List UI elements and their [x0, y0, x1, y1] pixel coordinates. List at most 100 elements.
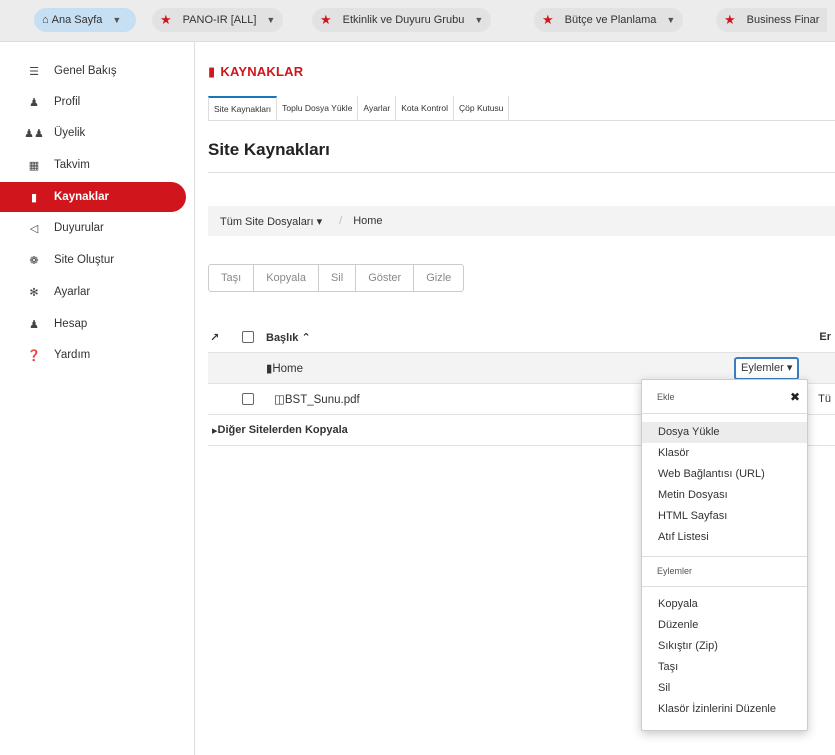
breadcrumb-current: Home — [353, 215, 383, 227]
breadcrumb-root-label: Tüm Site Dosyaları — [220, 215, 314, 228]
user-icon: ♟ — [29, 96, 39, 109]
sidebar-item-label: Profil — [54, 96, 81, 108]
file-link[interactable]: ◫BST_Sunu.pdf — [274, 392, 360, 406]
sidebar-item-site-olustur[interactable]: ❁ Site Oluştur — [0, 245, 186, 275]
site-tab-label: Etkinlik ve Duyuru Grubu — [342, 14, 465, 26]
question-circle-icon: ❓ — [27, 349, 41, 362]
close-icon[interactable]: ✖ — [790, 390, 800, 404]
tab-cop-kutusu[interactable]: Çöp Kutusu — [454, 96, 510, 121]
show-button[interactable]: Göster — [355, 264, 415, 292]
select-all-checkbox[interactable] — [242, 331, 254, 343]
menu-item-upload-file[interactable]: Dosya Yükle — [642, 422, 807, 443]
chevron-down-icon: ▼ — [666, 15, 676, 25]
sidebar-item-ayarlar[interactable]: ✻ Ayarlar — [0, 277, 186, 307]
sidebar-item-label: Genel Bakış — [54, 65, 117, 77]
menu-item-citation-list[interactable]: Atıf Listesi — [642, 527, 807, 548]
sidebar-item-label: Kaynaklar — [54, 191, 109, 203]
row-title: Home — [272, 363, 304, 375]
site-tab-business[interactable]: ★ Business Finar — [716, 8, 828, 32]
menu-item-html-page[interactable]: HTML Sayfası — [642, 506, 807, 527]
tab-toplu-dosya-yukle[interactable]: Toplu Dosya Yükle — [277, 96, 359, 121]
folder-open-icon: ▮ — [30, 191, 38, 204]
bullhorn-icon: ◁ — [29, 222, 39, 235]
menu-item-zip[interactable]: Sıkıştır (Zip) — [642, 636, 807, 657]
tool-title-text: KAYNAKLAR — [220, 64, 304, 79]
menu-section-add: Ekle — [657, 392, 675, 402]
row-extra-truncated: Tü — [818, 393, 831, 405]
title-column-header[interactable]: Başlık ⌃ — [266, 331, 311, 344]
users-icon: ♟♟ — [24, 127, 44, 140]
menu-item-folder[interactable]: Klasör — [642, 443, 807, 464]
menu-item-folder-permissions[interactable]: Klasör İzinlerini Düzenle — [642, 699, 807, 720]
tab-site-kaynaklari[interactable]: Site Kaynakları — [208, 96, 278, 121]
home-site-label: Ana Sayfa — [51, 14, 103, 26]
menu-section-actions: Eylemler — [657, 566, 693, 576]
sidebar-item-label: Site Oluştur — [54, 254, 115, 266]
sidebar-item-duyurular[interactable]: ◁ Duyurular — [0, 213, 186, 243]
actions-dropdown-menu: Ekle ✖ Dosya Yükle Klasör Web Bağlantısı… — [641, 379, 808, 731]
list-icon: ☰ — [29, 65, 39, 78]
site-tab-label: Business Finar — [746, 14, 820, 26]
site-tab-label: PANO-IR [ALL] — [182, 14, 257, 26]
folder-open-icon: ▮ — [208, 64, 216, 79]
gear-icon: ✻ — [29, 286, 39, 299]
tab-ayarlar[interactable]: Ayarlar — [358, 96, 397, 121]
sidebar-item-takvim[interactable]: ▦ Takvim — [0, 150, 186, 180]
menu-item-move[interactable]: Taşı — [642, 657, 807, 678]
breadcrumb: Tüm Site Dosyaları ▾ / Home — [208, 206, 835, 236]
folder-link[interactable]: ▮Home — [266, 361, 303, 375]
sidebar-item-label: Hesap — [54, 318, 88, 330]
menu-item-edit[interactable]: Düzenle — [642, 615, 807, 636]
actions-dropdown-button[interactable]: Eylemler ▾ — [734, 357, 800, 380]
sidebar-item-uyelik[interactable]: ♟♟ Üyelik — [0, 118, 186, 148]
breadcrumb-root-dropdown[interactable]: Tüm Site Dosyaları ▾ — [220, 215, 322, 228]
move-button[interactable]: Taşı — [208, 264, 255, 292]
row-title: BST_Sunu.pdf — [284, 394, 360, 406]
other-sites-label: Diğer Sitelerden Kopyala — [217, 424, 348, 436]
column-header-truncated[interactable]: Er — [819, 331, 831, 343]
site-tabs-bar: ⌂ Ana Sayfa ▼ ★ PANO-IR [ALL] ▼ ★ Etkinl… — [0, 0, 835, 42]
copy-button[interactable]: Kopyala — [253, 264, 319, 292]
row-checkbox[interactable] — [242, 393, 254, 405]
pdf-file-icon: ◫ — [274, 394, 285, 406]
star-icon: ★ — [160, 12, 172, 27]
delete-button[interactable]: Sil — [317, 264, 357, 292]
sidebar-item-hesap[interactable]: ♟ Hesap — [0, 309, 186, 339]
sidebar-item-label: Yardım — [54, 349, 91, 361]
site-tab-butce[interactable]: ★ Bütçe ve Planlama ▼ — [534, 8, 684, 32]
hide-button[interactable]: Gizle — [413, 264, 465, 292]
site-tab-pano[interactable]: ★ PANO-IR [ALL] ▼ — [152, 8, 284, 32]
home-icon: ⌂ — [42, 14, 49, 26]
menu-item-copy[interactable]: Kopyala — [642, 594, 807, 615]
menu-item-text-file[interactable]: Metin Dosyası — [642, 485, 807, 506]
table-header-row: ↗ Başlık ⌃ Er — [208, 322, 835, 353]
divider — [208, 172, 835, 173]
expand-all-icon[interactable]: ↗ — [210, 331, 219, 344]
tool-title: ▮ KAYNAKLAR — [208, 64, 303, 80]
sort-up-icon: ⌃ — [301, 331, 311, 344]
chevron-down-icon: ▼ — [112, 15, 122, 25]
sidebar-item-yardim[interactable]: ❓ Yardım — [0, 340, 186, 370]
tool-sidebar: ☰ Genel Bakış ♟ Profil ♟♟ Üyelik ▦ Takvi… — [0, 42, 195, 755]
tab-kota-kontrol[interactable]: Kota Kontrol — [396, 96, 454, 121]
sidebar-item-label: Takvim — [54, 159, 90, 171]
sidebar-item-label: Duyurular — [54, 222, 104, 234]
site-tab-etkinlik[interactable]: ★ Etkinlik ve Duyuru Grubu ▼ — [312, 8, 492, 32]
caret-down-icon: ▾ — [786, 362, 793, 374]
user-icon: ♟ — [29, 318, 39, 331]
sidebar-item-profil[interactable]: ♟ Profil — [0, 87, 186, 117]
caret-down-icon: ▾ — [316, 215, 323, 228]
menu-divider — [642, 556, 807, 557]
star-icon: ★ — [542, 12, 554, 27]
calendar-icon: ▦ — [28, 159, 40, 172]
sidebar-item-label: Üyelik — [54, 127, 86, 139]
chevron-down-icon: ▼ — [266, 15, 276, 25]
menu-item-web-link[interactable]: Web Bağlantısı (URL) — [642, 464, 807, 485]
cogs-icon: ❁ — [29, 254, 39, 267]
home-site-tab[interactable]: ⌂ Ana Sayfa ▼ — [34, 8, 136, 32]
title-column-label: Başlık — [266, 331, 299, 344]
menu-item-delete[interactable]: Sil — [642, 678, 807, 699]
sidebar-item-kaynaklar[interactable]: ▮ Kaynaklar — [0, 182, 186, 212]
star-icon: ★ — [724, 12, 736, 27]
sidebar-item-genel-bakis[interactable]: ☰ Genel Bakış — [0, 56, 186, 86]
